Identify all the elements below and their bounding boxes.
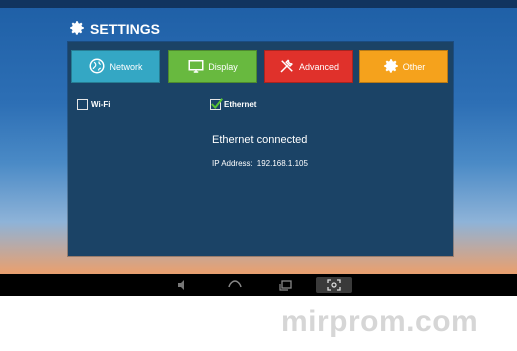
wifi-checkbox[interactable]: Wi-Fi xyxy=(77,99,110,110)
ethernet-checkbox-box[interactable] xyxy=(210,98,224,110)
navigation-bar xyxy=(0,274,517,296)
monitor-icon xyxy=(187,57,205,77)
watermark-text: mirprom.com xyxy=(281,305,479,338)
status-bar xyxy=(0,0,517,8)
android-screen: SETTINGS Network Display Advanced Other … xyxy=(0,0,517,296)
tab-advanced[interactable]: Advanced xyxy=(264,50,353,83)
screenshot-icon xyxy=(327,279,341,291)
wifi-label: Wi-Fi xyxy=(91,100,111,109)
ethernet-label: Ethernet xyxy=(224,100,257,109)
volume-icon xyxy=(178,280,184,290)
checkmark-icon xyxy=(211,98,224,109)
tab-advanced-label: Advanced xyxy=(298,61,340,72)
ethernet-checkbox[interactable]: Ethernet xyxy=(210,98,257,110)
page-title: SETTINGS xyxy=(68,18,160,40)
ip-address-row: IP Address: 192.168.1.105 xyxy=(212,159,308,168)
page-title-text: SETTINGS xyxy=(90,21,161,37)
volume-button[interactable] xyxy=(172,277,194,293)
tab-display-label: Display xyxy=(208,61,238,72)
ip-address-value: 192.168.1.105 xyxy=(256,159,308,168)
connection-status: Ethernet connected xyxy=(212,134,308,146)
tab-network[interactable]: Network xyxy=(71,50,160,83)
settings-panel: Network Display Advanced Other Wi-Fi Eth… xyxy=(68,42,453,256)
tab-network-label: Network xyxy=(109,61,143,72)
gear-icon xyxy=(382,57,400,77)
tab-other[interactable]: Other xyxy=(359,50,448,83)
globe-icon xyxy=(88,57,106,77)
ip-address-label: IP Address: xyxy=(212,159,253,168)
home-icon xyxy=(228,280,242,288)
gear-icon xyxy=(68,19,86,40)
tools-icon xyxy=(278,57,296,77)
recent-apps-icon xyxy=(279,280,292,291)
tab-other-label: Other xyxy=(402,61,426,72)
screenshot-button[interactable] xyxy=(316,277,352,293)
recent-apps-button[interactable] xyxy=(275,277,297,293)
wifi-checkbox-box[interactable] xyxy=(77,99,88,110)
home-button[interactable] xyxy=(224,277,246,293)
tab-display[interactable]: Display xyxy=(168,50,257,83)
